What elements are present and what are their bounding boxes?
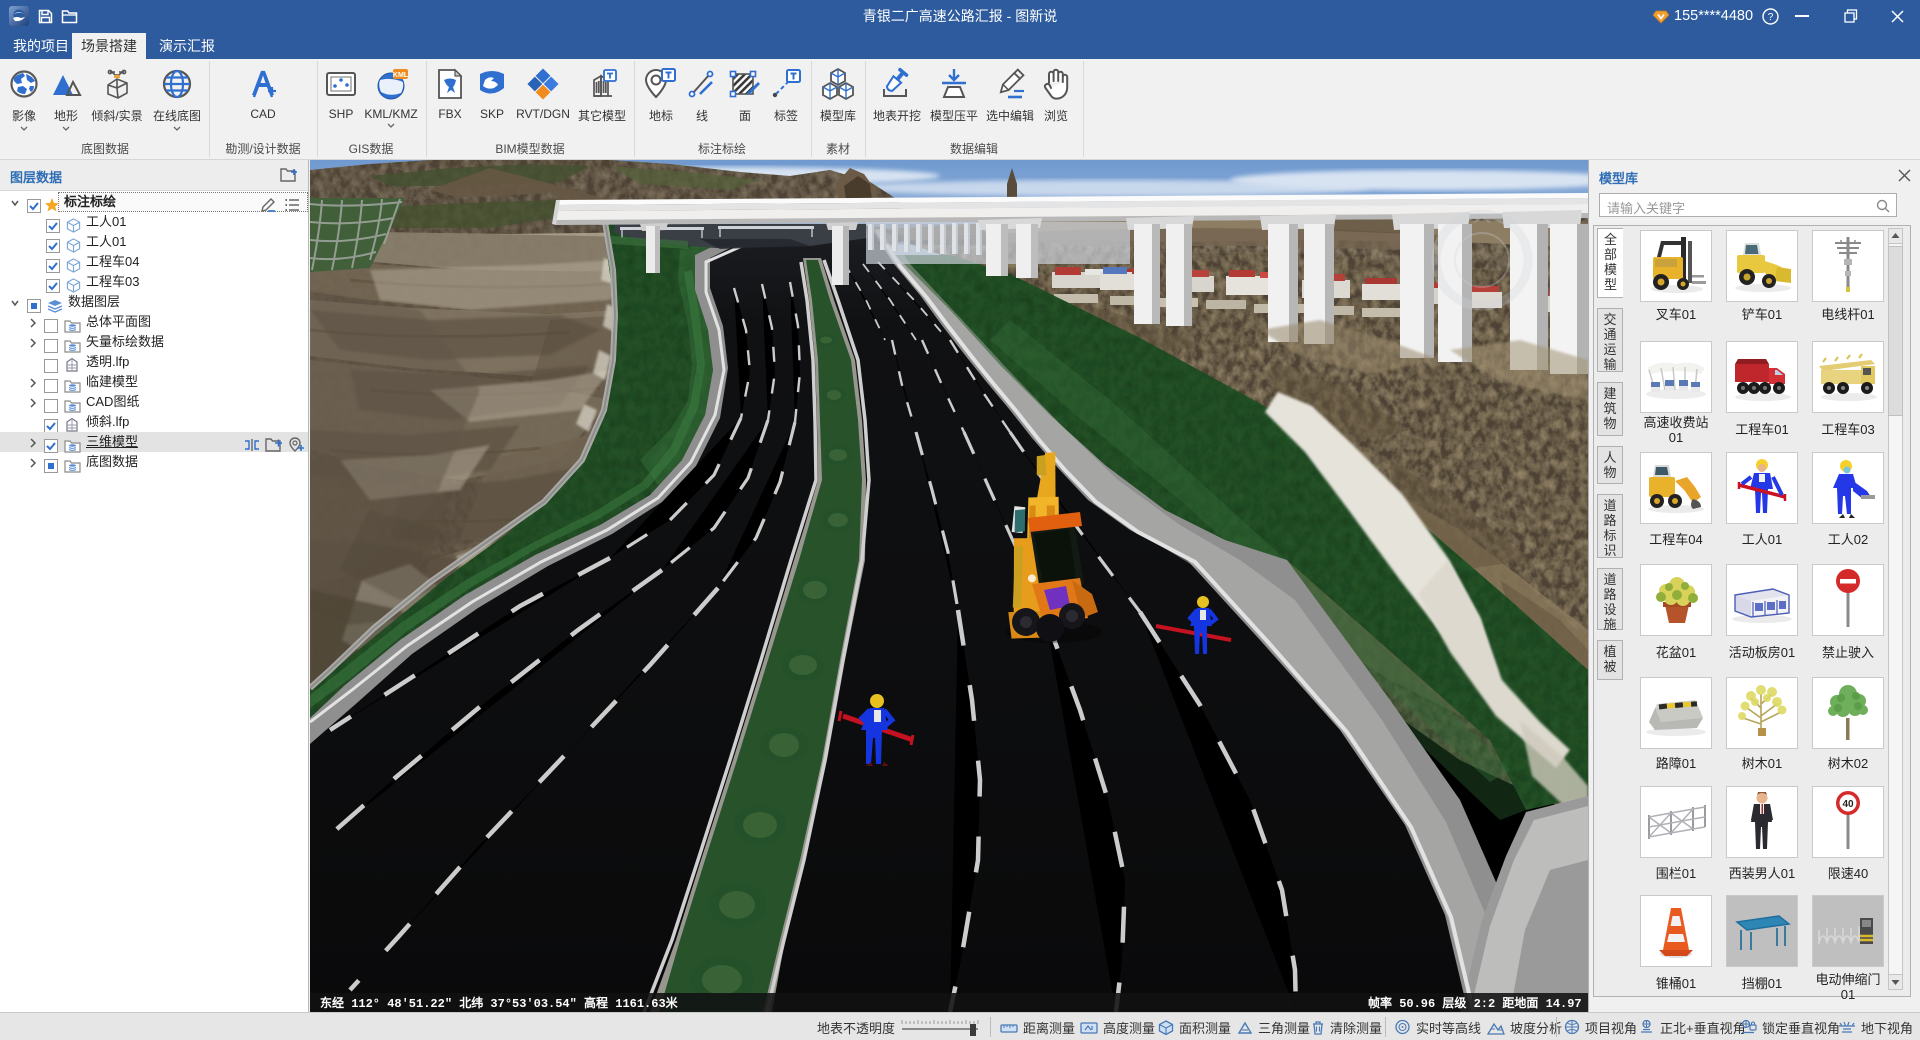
svg-text:东经 112° 48′51.22″ 北纬 37°53′03.: 东经 112° 48′51.22″ 北纬 37°53′03.54″ 高程 116…	[320, 995, 679, 1011]
svg-text:40: 40	[1842, 799, 1854, 810]
svg-text:KML: KML	[393, 72, 409, 79]
svg-text:?: ?	[1768, 12, 1774, 23]
svg-text:帧率 50.96 层级 2:2 距地面 14.97 米: 帧率 50.96 层级 2:2 距地面 14.97 米	[1368, 995, 1588, 1011]
